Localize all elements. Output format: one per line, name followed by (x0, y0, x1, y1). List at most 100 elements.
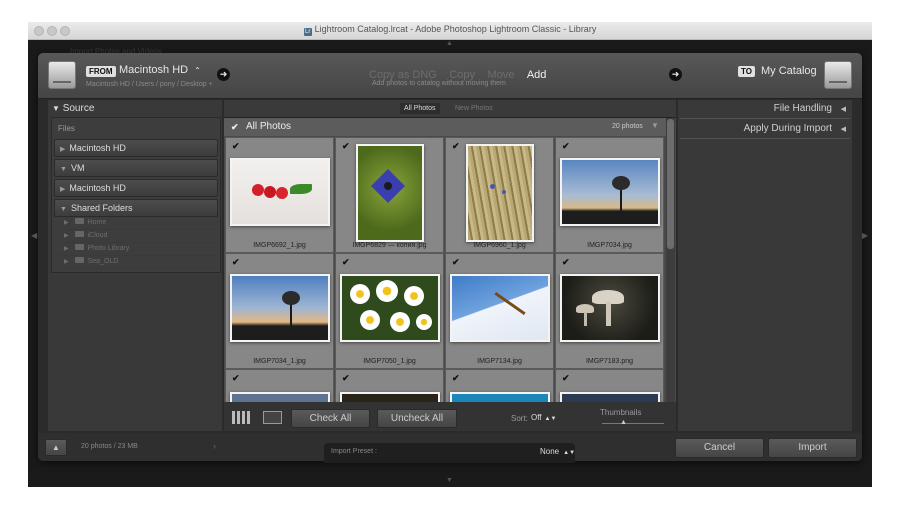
loupe-view-icon[interactable] (263, 411, 282, 424)
subfolder-icloud[interactable]: ▶ iCloud (58, 230, 216, 243)
photo-count: 20 photos (612, 123, 643, 130)
file-handling-header[interactable]: File Handling ◀ (680, 100, 850, 119)
source-selector[interactable]: Macintosh HD ⌃ (119, 64, 201, 76)
source-volume-vm[interactable]: ▼ VM (54, 159, 218, 177)
mode-add[interactable]: Add (527, 69, 547, 81)
photo-cell[interactable]: ✔ IMGP7134.jpg (445, 253, 554, 369)
subfolder-home[interactable]: ▶ Home (58, 217, 216, 230)
mode-description: Add photos to catalog without moving the… (372, 80, 506, 87)
photo-cell[interactable]: ✔ IMGP7034_1.jpg (225, 253, 334, 369)
window-title: Lightroom Catalog.lrcat - Adobe Photosho… (314, 24, 597, 34)
import-preset-label: Import Preset : (331, 448, 377, 455)
photo-cell[interactable]: ✔ (335, 369, 444, 402)
lightroom-icon: Lr (303, 28, 312, 36)
photo-checkbox[interactable]: ✔ (452, 374, 461, 383)
from-arrow-icon[interactable]: ➜ (217, 68, 230, 81)
photo-cell[interactable]: ✔ (225, 369, 334, 402)
expanded-triangle-icon: ▼ (60, 166, 67, 173)
photo-checkbox[interactable]: ✔ (452, 258, 461, 267)
top-panel-toggle-icon[interactable]: ▲ (446, 40, 453, 47)
check-all-button[interactable]: Check All (291, 409, 370, 428)
updown-chevron-icon: ▲▼ (544, 416, 557, 422)
expanded-triangle-icon: ▼ (60, 206, 67, 213)
expand-left-triangle-icon: ◀ (840, 106, 846, 113)
photo-filename: IMGP7050_1.jpg (363, 358, 416, 365)
photo-checkbox[interactable]: ✔ (232, 142, 241, 151)
left-panel-toggle-icon[interactable]: ◀ (31, 231, 37, 240)
tab-new-photos[interactable]: New Photos (451, 103, 497, 114)
destination-disk-icon (824, 61, 852, 89)
all-photos-checkbox[interactable]: ✔ (231, 122, 239, 133)
photo-cell[interactable]: ✔ IMGP7034.jpg (555, 137, 664, 253)
tab-all-photos[interactable]: All Photos (400, 103, 440, 114)
source-path: Macintosh HD / Users / pony / Desktop + (86, 81, 213, 88)
photo-thumbnail (450, 274, 550, 342)
thumbnail-size-slider-handle[interactable]: ▲ (620, 419, 627, 426)
photo-cell[interactable]: ✔ (555, 369, 664, 402)
grid-menu-triangle-icon[interactable]: ▼ (651, 121, 659, 130)
source-chevron-icon: ⌃ (194, 66, 201, 75)
photo-cell[interactable]: ✔ (445, 369, 554, 402)
photo-checkbox[interactable]: ✔ (452, 142, 461, 151)
photo-grid-row-partial: ✔ ✔ ✔ ✔ (225, 369, 666, 402)
expand-triangle-icon: ▶ (60, 146, 66, 153)
apply-during-import-header[interactable]: Apply During Import ◀ (680, 120, 850, 139)
photo-filename: IMGP7183.png (585, 358, 634, 365)
photo-filename: IMGP7034_1.jpg (253, 358, 306, 365)
photo-thumbnail (560, 392, 660, 402)
photo-cell[interactable]: ✔ IMGP7183.png (555, 253, 664, 369)
collapse-triangle-icon: ▼ (52, 104, 60, 113)
source-volume-macintosh-hd[interactable]: ▶ Macintosh HD (54, 139, 218, 157)
grid-header-label: All Photos (246, 121, 292, 132)
grid-view-icon[interactable] (232, 411, 252, 424)
import-summary: 20 photos / 23 MB (81, 443, 138, 450)
photo-checkbox[interactable]: ✔ (342, 142, 351, 151)
photo-thumbnail (450, 392, 550, 402)
sort-label: Sort: (511, 414, 528, 423)
subfolder-sea-old[interactable]: ▶ Sea_OLD (58, 256, 216, 269)
folder-icon (74, 257, 84, 263)
source-panel-title: Source (62, 103, 95, 114)
import-button[interactable]: Import (768, 438, 857, 458)
to-tag: TO (738, 66, 755, 77)
updown-chevron-icon: ▲▼ (563, 450, 576, 456)
up-triangle-icon: ▲ (52, 443, 60, 452)
photo-filename: IMGP7034.jpg (587, 242, 632, 249)
photo-checkbox[interactable]: ✔ (232, 374, 241, 383)
import-preset-value: None (540, 447, 560, 456)
photo-thumbnail (466, 144, 534, 242)
cancel-button[interactable]: Cancel (675, 438, 764, 458)
photo-cell[interactable]: ✔ IMGP7050_1.jpg (335, 253, 444, 369)
photo-checkbox[interactable]: ✔ (562, 258, 571, 267)
photo-cell[interactable]: ✔ IMGP6960_1.jpg (445, 137, 554, 253)
subfolder-photo-library[interactable]: ▶ Photo Library (58, 243, 216, 256)
photo-thumbnail (230, 158, 330, 226)
from-tag: FROM (86, 66, 116, 77)
toggle-compact-button[interactable]: ▲ (45, 439, 67, 456)
sort-select[interactable]: Off ▲▼ (531, 413, 556, 422)
sort-value: Off (531, 413, 542, 422)
expand-left-triangle-icon: ◀ (840, 126, 846, 133)
import-preset-select[interactable]: None ▲▼ (540, 447, 575, 456)
photo-checkbox[interactable]: ✔ (562, 142, 571, 151)
photo-checkbox[interactable]: ✔ (342, 374, 351, 383)
right-panel-toggle-icon[interactable]: ▶ (862, 231, 868, 240)
bottom-panel-toggle-icon[interactable]: ▼ (446, 477, 453, 484)
photo-checkbox[interactable]: ✔ (232, 258, 241, 267)
photo-cell[interactable]: ✔ IMGP6692_1.jpg (225, 137, 334, 253)
expand-triangle-icon: ▶ (60, 186, 66, 193)
photo-thumbnail (340, 274, 440, 342)
source-panel-header[interactable]: ▼ Source (52, 103, 94, 114)
source-volume-shared-folders[interactable]: ▼ Shared Folders (54, 199, 218, 217)
source-name: Macintosh HD (119, 64, 189, 76)
thumbnail-size-slider[interactable] (602, 423, 664, 424)
to-arrow-icon[interactable]: ➜ (669, 68, 682, 81)
photo-checkbox[interactable]: ✔ (562, 374, 571, 383)
folder-icon (74, 244, 84, 250)
photo-checkbox[interactable]: ✔ (342, 258, 351, 267)
folder-icon (74, 218, 84, 224)
grid-scrollbar-thumb[interactable] (667, 119, 674, 249)
source-volume-macintosh-hd-2[interactable]: ▶ Macintosh HD (54, 179, 218, 197)
uncheck-all-button[interactable]: Uncheck All (377, 409, 457, 428)
photo-cell[interactable]: ✔ IMGP6829 — копия.jpg (335, 137, 444, 253)
